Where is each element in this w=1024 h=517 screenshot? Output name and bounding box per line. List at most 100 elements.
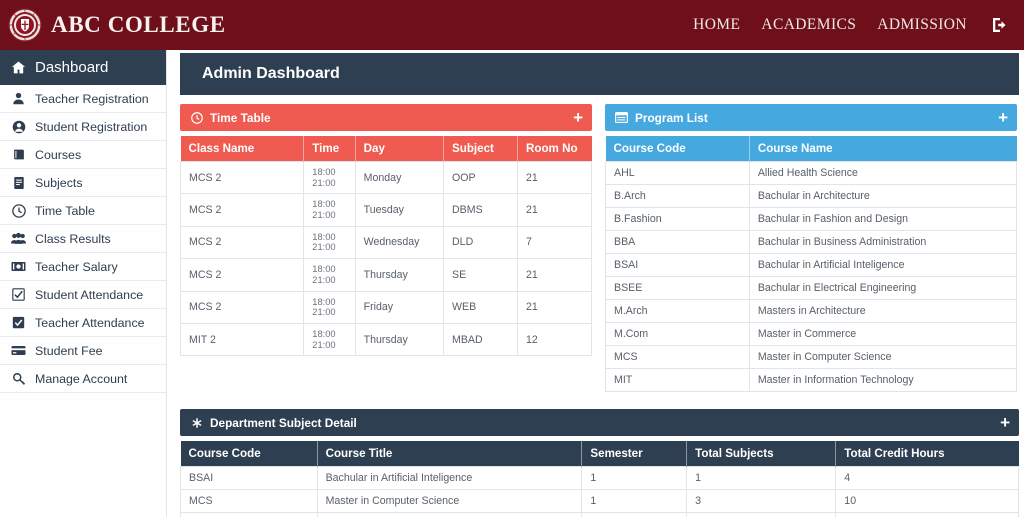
table-row[interactable]: MCS 2 18:0021:00 Monday OOP 21 (181, 162, 592, 194)
cell-time: 18:0021:00 (304, 291, 355, 323)
college-seal-icon (8, 8, 42, 42)
credit-card-icon (11, 343, 26, 358)
cell-course-code: MCS (181, 490, 318, 513)
users-group-icon (11, 231, 26, 246)
table-row[interactable]: AHLAllied Health Science (606, 162, 1017, 185)
sidebar-item-label: Time Table (35, 204, 95, 218)
sidebar-item-teacher-registration[interactable]: Teacher Registration (0, 85, 166, 113)
app-shell: Dashboard Teacher Registration Student R… (0, 50, 1024, 517)
cell-total-credit-hours: 17 (836, 513, 1019, 517)
time-table-panel: Time Table + Class Name Time Day Subject… (180, 104, 592, 392)
sidebar-item-class-results[interactable]: Class Results (0, 225, 166, 253)
cell-day: Thursday (355, 259, 443, 291)
sidebar-item-label: Student Attendance (35, 288, 143, 302)
sidebar-item-manage-account[interactable]: Manage Account (0, 365, 166, 393)
table-row[interactable]: MCS Master in Computer Science 1 3 10 (181, 490, 1019, 513)
cell-course-name: Bachular in Architecture (749, 185, 1016, 208)
time-table-add-button[interactable]: + (573, 109, 583, 126)
col-day: Day (355, 136, 443, 162)
table-row[interactable]: MCS 2 18:0021:00 Wednesday DLD 7 (181, 226, 592, 258)
sidebar-item-label: Teacher Attendance (35, 316, 145, 330)
sidebar-item-label: Class Results (35, 232, 111, 246)
user-circle-icon (11, 119, 26, 134)
sidebar-item-student-fee[interactable]: Student Fee (0, 337, 166, 365)
cell-course-code: M.Com (606, 323, 750, 346)
nav-link-home[interactable]: HOME (693, 16, 740, 34)
cell-room-no: 7 (518, 226, 592, 258)
main-content: Admin Dashboard Time Table + Class Name (167, 50, 1024, 517)
col-course-code: Course Code (606, 136, 750, 162)
sidebar-item-teacher-attendance[interactable]: Teacher Attendance (0, 309, 166, 337)
table-header-row: Class Name Time Day Subject Room No (181, 136, 592, 162)
sidebar-item-student-attendance[interactable]: Student Attendance (0, 281, 166, 309)
cell-subject: MBAD (444, 323, 518, 355)
col-course-name: Course Name (749, 136, 1016, 162)
page-title: Admin Dashboard (202, 65, 340, 83)
sidebar-item-label: Dashboard (35, 59, 108, 76)
table-row[interactable]: MCSMaster in Computer Science (606, 346, 1017, 369)
check-square-icon (11, 287, 26, 302)
cell-class-name: MIT 2 (181, 323, 304, 355)
cell-day: Monday (355, 162, 443, 194)
cell-subject: WEB (444, 291, 518, 323)
cell-course-code: MCS (181, 513, 318, 517)
table-row[interactable]: M.ArchMasters in Architecture (606, 300, 1017, 323)
col-class-name: Class Name (181, 136, 304, 162)
program-list-head: Course Code Course Name (606, 136, 1017, 162)
cell-class-name: MCS 2 (181, 226, 304, 258)
table-row[interactable]: MCS 2 18:0021:00 Friday WEB 21 (181, 291, 592, 323)
sidebar-item-label: Subjects (35, 176, 83, 190)
cell-class-name: MCS 2 (181, 259, 304, 291)
table-row[interactable]: B.FashionBachular in Fashion and Design (606, 208, 1017, 231)
sidebar-item-student-registration[interactable]: Student Registration (0, 113, 166, 141)
cell-total-subjects: 3 (687, 490, 836, 513)
table-row[interactable]: M.ComMaster in Commerce (606, 323, 1017, 346)
cell-day: Tuesday (355, 194, 443, 226)
brand[interactable]: ABC COLLEGE (8, 8, 226, 42)
cell-course-code: MIT (606, 369, 750, 392)
cell-course-code: BSEE (606, 277, 750, 300)
cell-course-code: MCS (606, 346, 750, 369)
sidebar-item-courses[interactable]: Courses (0, 141, 166, 169)
page-title-bar: Admin Dashboard (180, 53, 1019, 95)
table-row[interactable]: BSAIBachular in Artificial Inteligence (606, 254, 1017, 277)
table-row[interactable]: MCS Master in Computer Science 2 5 17 (181, 513, 1019, 517)
cell-semester: 1 (582, 490, 687, 513)
table-row[interactable]: MCS 2 18:0021:00 Tuesday DBMS 21 (181, 194, 592, 226)
table-row[interactable]: MITMaster in Information Technology (606, 369, 1017, 392)
nav-link-academics[interactable]: ACADEMICS (761, 16, 856, 34)
cell-subject: SE (444, 259, 518, 291)
time-table-body: MCS 2 18:0021:00 Monday OOP 21 MCS 2 18:… (181, 162, 592, 356)
sidebar-item-time-table[interactable]: Time Table (0, 197, 166, 225)
sidebar-item-label: Student Registration (35, 120, 147, 134)
cell-total-subjects: 5 (687, 513, 836, 517)
nav-link-admission[interactable]: ADMISSION (877, 16, 967, 34)
table-row[interactable]: MIT 2 18:0021:00 Thursday MBAD 12 (181, 323, 592, 355)
cell-class-name: MCS 2 (181, 162, 304, 194)
top-nav-links: HOME ACADEMICS ADMISSION (693, 15, 1010, 35)
table-row[interactable]: B.ArchBachular in Architecture (606, 185, 1017, 208)
cell-course-name: Allied Health Science (749, 162, 1016, 185)
cell-course-title: Master in Computer Science (317, 513, 582, 517)
cell-course-code: BBA (606, 231, 750, 254)
sidebar-item-subjects[interactable]: Subjects (0, 169, 166, 197)
table-row[interactable]: BSAI Bachular in Artificial Inteligence … (181, 467, 1019, 490)
table-row[interactable]: BBABachular in Business Administration (606, 231, 1017, 254)
sidebar-item-label: Manage Account (35, 372, 127, 386)
col-time: Time (304, 136, 355, 162)
sidebar-item-label: Student Fee (35, 344, 103, 358)
department-subject-detail-add-button[interactable]: + (1000, 414, 1010, 431)
table-row[interactable]: BSEEBachular in Electrical Engineering (606, 277, 1017, 300)
cell-course-name: Bachular in Electrical Engineering (749, 277, 1016, 300)
logout-icon[interactable] (990, 15, 1010, 35)
cell-course-name: Master in Commerce (749, 323, 1016, 346)
program-list-add-button[interactable]: + (998, 109, 1008, 126)
table-header-row: Course Code Course Title Semester Total … (181, 441, 1019, 467)
cell-class-name: MCS 2 (181, 291, 304, 323)
home-icon (11, 60, 26, 75)
table-row[interactable]: MCS 2 18:0021:00 Thursday SE 21 (181, 259, 592, 291)
money-bill-icon (11, 259, 26, 274)
program-list-panel-header: Program List + (605, 104, 1017, 131)
sidebar-item-dashboard[interactable]: Dashboard (0, 50, 166, 85)
sidebar-item-teacher-salary[interactable]: Teacher Salary (0, 253, 166, 281)
